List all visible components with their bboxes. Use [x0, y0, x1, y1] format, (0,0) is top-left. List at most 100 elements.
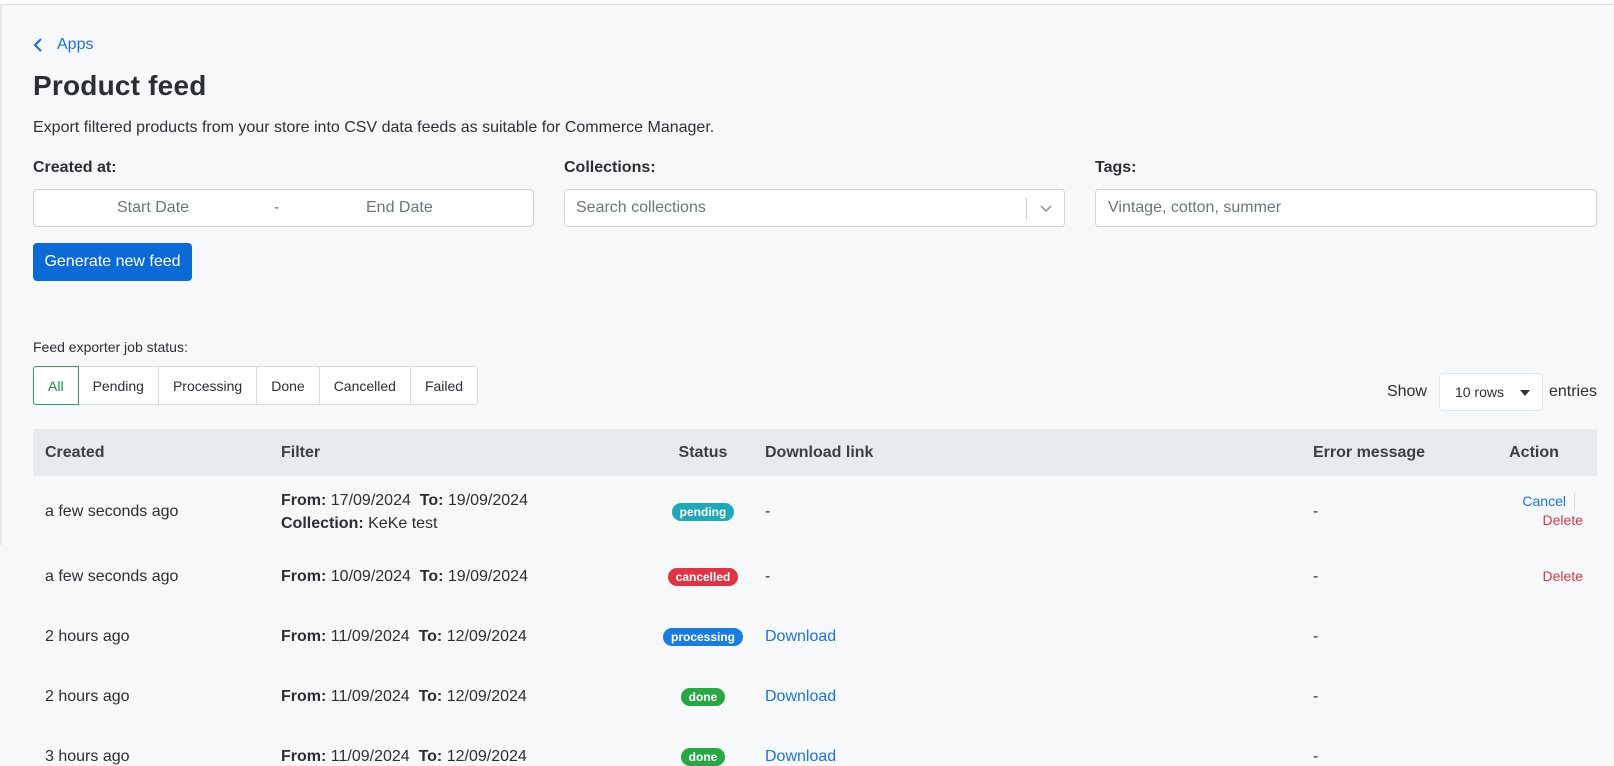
status-badge: pending	[671, 502, 735, 521]
job-status-label: Feed exporter job status:	[33, 339, 188, 355]
download-cell: Download	[753, 727, 1301, 766]
from-label: From:	[281, 568, 327, 585]
filter-cancelled[interactable]: Cancelled	[318, 366, 411, 405]
entries-label: entries	[1548, 383, 1597, 400]
download-link[interactable]: Download	[765, 688, 836, 705]
caret-down-icon	[1519, 390, 1530, 396]
collection-label: Collection:	[281, 514, 364, 532]
page-size-control: Show 10 rows entries	[1387, 373, 1597, 411]
back-link-apps[interactable]: Apps	[33, 36, 93, 54]
column-header-download[interactable]: Download link	[753, 429, 1301, 476]
status-cell: done	[653, 667, 753, 727]
collections-select[interactable]: Search collections	[564, 189, 1065, 227]
filter-all[interactable]: All	[33, 366, 79, 405]
column-header-status[interactable]: Status	[653, 429, 753, 476]
created-cell: a few seconds ago	[45, 502, 179, 520]
download-cell: -	[765, 502, 771, 520]
table-row: 2 hours ago From: 11/09/2024 To: 12/09/2…	[33, 667, 1597, 727]
table-row: a few seconds ago From: 17/09/2024 To: 1…	[33, 476, 1597, 547]
to-date: 12/09/2024	[446, 628, 527, 645]
error-cell: -	[1313, 502, 1319, 520]
action-cell: Delete	[1471, 547, 1597, 607]
action-cell	[1471, 667, 1597, 727]
download-link[interactable]: Download	[765, 628, 836, 645]
page-title: Product feed	[33, 70, 207, 101]
end-date-input[interactable]: End Date	[366, 199, 433, 217]
to-date: 19/09/2024	[447, 491, 528, 509]
to-label: To:	[419, 491, 444, 509]
status-cell: cancelled	[653, 547, 753, 607]
table-row: 3 hours ago From: 11/09/2024 To: 12/09/2…	[33, 727, 1597, 766]
download-cell: Download	[753, 607, 1301, 667]
error-cell: -	[1313, 628, 1319, 645]
action-cell: Cancel Delete	[1471, 476, 1597, 547]
error-cell: -	[1313, 748, 1319, 765]
chevron-left-icon	[33, 38, 42, 52]
filter-pending[interactable]: Pending	[77, 366, 159, 405]
delete-button[interactable]: Delete	[1543, 568, 1583, 584]
table-row: a few seconds ago From: 10/09/2024 To: 1…	[33, 547, 1597, 607]
action-cell	[1471, 727, 1597, 766]
page-subtitle: Export filtered products from your store…	[33, 119, 715, 136]
filter-cell: From: 17/09/2024 To: 19/09/2024 Collecti…	[269, 476, 653, 547]
jobs-table: Created Filter Status Download link Erro…	[33, 429, 1597, 766]
column-header-action: Action	[1509, 443, 1559, 461]
table-header-row: Created Filter Status Download link Erro…	[33, 429, 1597, 476]
to-date: 12/09/2024	[446, 688, 527, 705]
download-cell: Download	[753, 667, 1301, 727]
from-date: 11/09/2024	[330, 628, 410, 645]
from-label: From:	[281, 628, 327, 645]
status-badge: done	[680, 748, 726, 766]
filter-failed[interactable]: Failed	[409, 366, 479, 405]
status-cell: done	[653, 727, 753, 766]
filter-cell: From: 11/09/2024 To: 12/09/2024	[269, 667, 653, 727]
collections-label: Collections:	[564, 159, 656, 176]
column-header-error[interactable]: Error message	[1301, 429, 1471, 476]
from-date: 11/09/2024	[330, 748, 410, 765]
collection-value: KeKe test	[368, 514, 438, 532]
from-label: From:	[281, 748, 327, 765]
rows-per-page-select[interactable]: 10 rows	[1438, 373, 1543, 411]
from-label: From:	[281, 491, 327, 509]
to-date: 19/09/2024	[447, 568, 528, 585]
status-badge: processing	[662, 628, 744, 646]
tags-label: Tags:	[1095, 159, 1137, 176]
filter-done[interactable]: Done	[256, 366, 320, 405]
top-bar	[0, 0, 1614, 5]
created-cell: 2 hours ago	[45, 688, 130, 705]
tags-input[interactable]	[1095, 189, 1597, 227]
created-cell: 3 hours ago	[45, 748, 130, 765]
to-label: To:	[418, 748, 443, 765]
status-badge: cancelled	[667, 568, 739, 586]
date-range-picker[interactable]: Start Date - End Date	[33, 189, 534, 227]
filter-cell: From: 11/09/2024 To: 12/09/2024	[269, 607, 653, 667]
status-badge: done	[680, 688, 726, 706]
status-filter-group: All Pending Processing Done Cancelled Fa…	[33, 366, 479, 405]
date-range-separator: -	[274, 199, 280, 216]
download-link[interactable]: Download	[765, 748, 836, 765]
column-header-filter[interactable]: Filter	[269, 429, 653, 476]
rows-per-page-value: 10 rows	[1454, 384, 1504, 400]
to-date: 12/09/2024	[446, 748, 527, 765]
filter-processing[interactable]: Processing	[157, 366, 258, 405]
column-header-created[interactable]: Created	[33, 429, 269, 476]
error-cell: -	[1313, 568, 1319, 585]
status-cell: processing	[653, 607, 753, 667]
created-at-label: Created at:	[33, 159, 117, 176]
to-label: To:	[419, 568, 444, 585]
show-label: Show	[1386, 383, 1427, 400]
delete-button[interactable]: Delete	[1543, 512, 1583, 528]
created-cell: a few seconds ago	[45, 568, 179, 585]
from-date: 11/09/2024	[330, 688, 410, 705]
collections-search-input[interactable]: Search collections	[576, 199, 706, 217]
action-cell	[1471, 607, 1597, 667]
filter-cell: From: 10/09/2024 To: 19/09/2024	[269, 547, 653, 607]
created-cell: 2 hours ago	[45, 628, 130, 645]
cancel-button[interactable]: Cancel	[1522, 494, 1566, 510]
chevron-down-icon[interactable]	[1038, 202, 1054, 216]
generate-feed-button[interactable]: Generate new feed	[33, 243, 192, 281]
from-date: 10/09/2024	[330, 568, 411, 585]
action-separator	[1574, 493, 1575, 512]
error-cell: -	[1313, 688, 1319, 705]
start-date-input[interactable]: Start Date	[117, 199, 189, 217]
